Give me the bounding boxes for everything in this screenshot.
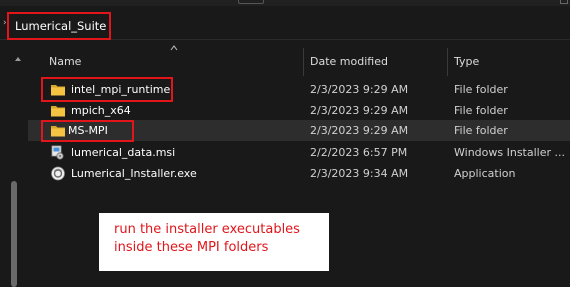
msi-installer-icon — [51, 145, 64, 160]
column-divider[interactable] — [303, 48, 304, 76]
breadcrumb-item[interactable]: Lumerical_Suite — [15, 19, 106, 33]
file-name: lumerical_data.msi — [71, 146, 176, 159]
file-row[interactable]: lumerical_data.msi 2/2/2023 6:57 PM Wind… — [28, 142, 570, 163]
column-header-date-modified[interactable]: Date modified — [310, 55, 388, 68]
scroll-up-arrow-icon[interactable] — [15, 57, 21, 61]
file-type: File folder — [454, 83, 508, 96]
file-row[interactable]: Lumerical_Installer.exe 2/3/2023 9:34 AM… — [28, 163, 570, 184]
sort-ascending-icon — [170, 45, 178, 51]
scrollbar-thumb[interactable] — [11, 181, 17, 287]
file-date-modified: 2/3/2023 9:29 AM — [310, 124, 409, 137]
toolbar-button-partial[interactable] — [560, 0, 568, 4]
navigation-pane — [0, 41, 28, 287]
column-header-type[interactable]: Type — [454, 55, 479, 68]
file-date-modified: 2/3/2023 9:34 AM — [310, 167, 409, 180]
annotation-line: inside these MPI folders — [114, 240, 269, 255]
exe-application-icon — [51, 166, 65, 181]
column-header-name[interactable]: Name — [49, 55, 81, 68]
folder-icon — [51, 106, 65, 117]
column-divider[interactable] — [447, 48, 448, 76]
highlight-box-intel-mpi — [41, 77, 173, 102]
file-name: mpich_x64 — [71, 104, 131, 117]
annotation-line: run the installer executables — [114, 222, 300, 237]
file-type: File folder — [454, 104, 508, 117]
address-bar[interactable]: › Lumerical_Suite — [0, 6, 570, 40]
file-row[interactable]: mpich_x64 2/3/2023 9:29 AM File folder — [28, 100, 570, 121]
file-type: Application — [454, 167, 516, 180]
annotation-note: run the installer executables inside the… — [99, 213, 329, 271]
file-date-modified: 2/3/2023 9:29 AM — [310, 104, 409, 117]
file-name: Lumerical_Installer.exe — [71, 167, 197, 180]
file-type: Windows Installer ... — [454, 146, 565, 159]
file-date-modified: 2/3/2023 9:29 AM — [310, 83, 409, 96]
column-header-row — [28, 41, 570, 80]
highlight-box-ms-mpi — [41, 120, 134, 142]
file-type: File folder — [454, 124, 508, 137]
toolbar-button-partial[interactable] — [238, 0, 264, 4]
file-date-modified: 2/2/2023 6:57 PM — [310, 146, 408, 159]
